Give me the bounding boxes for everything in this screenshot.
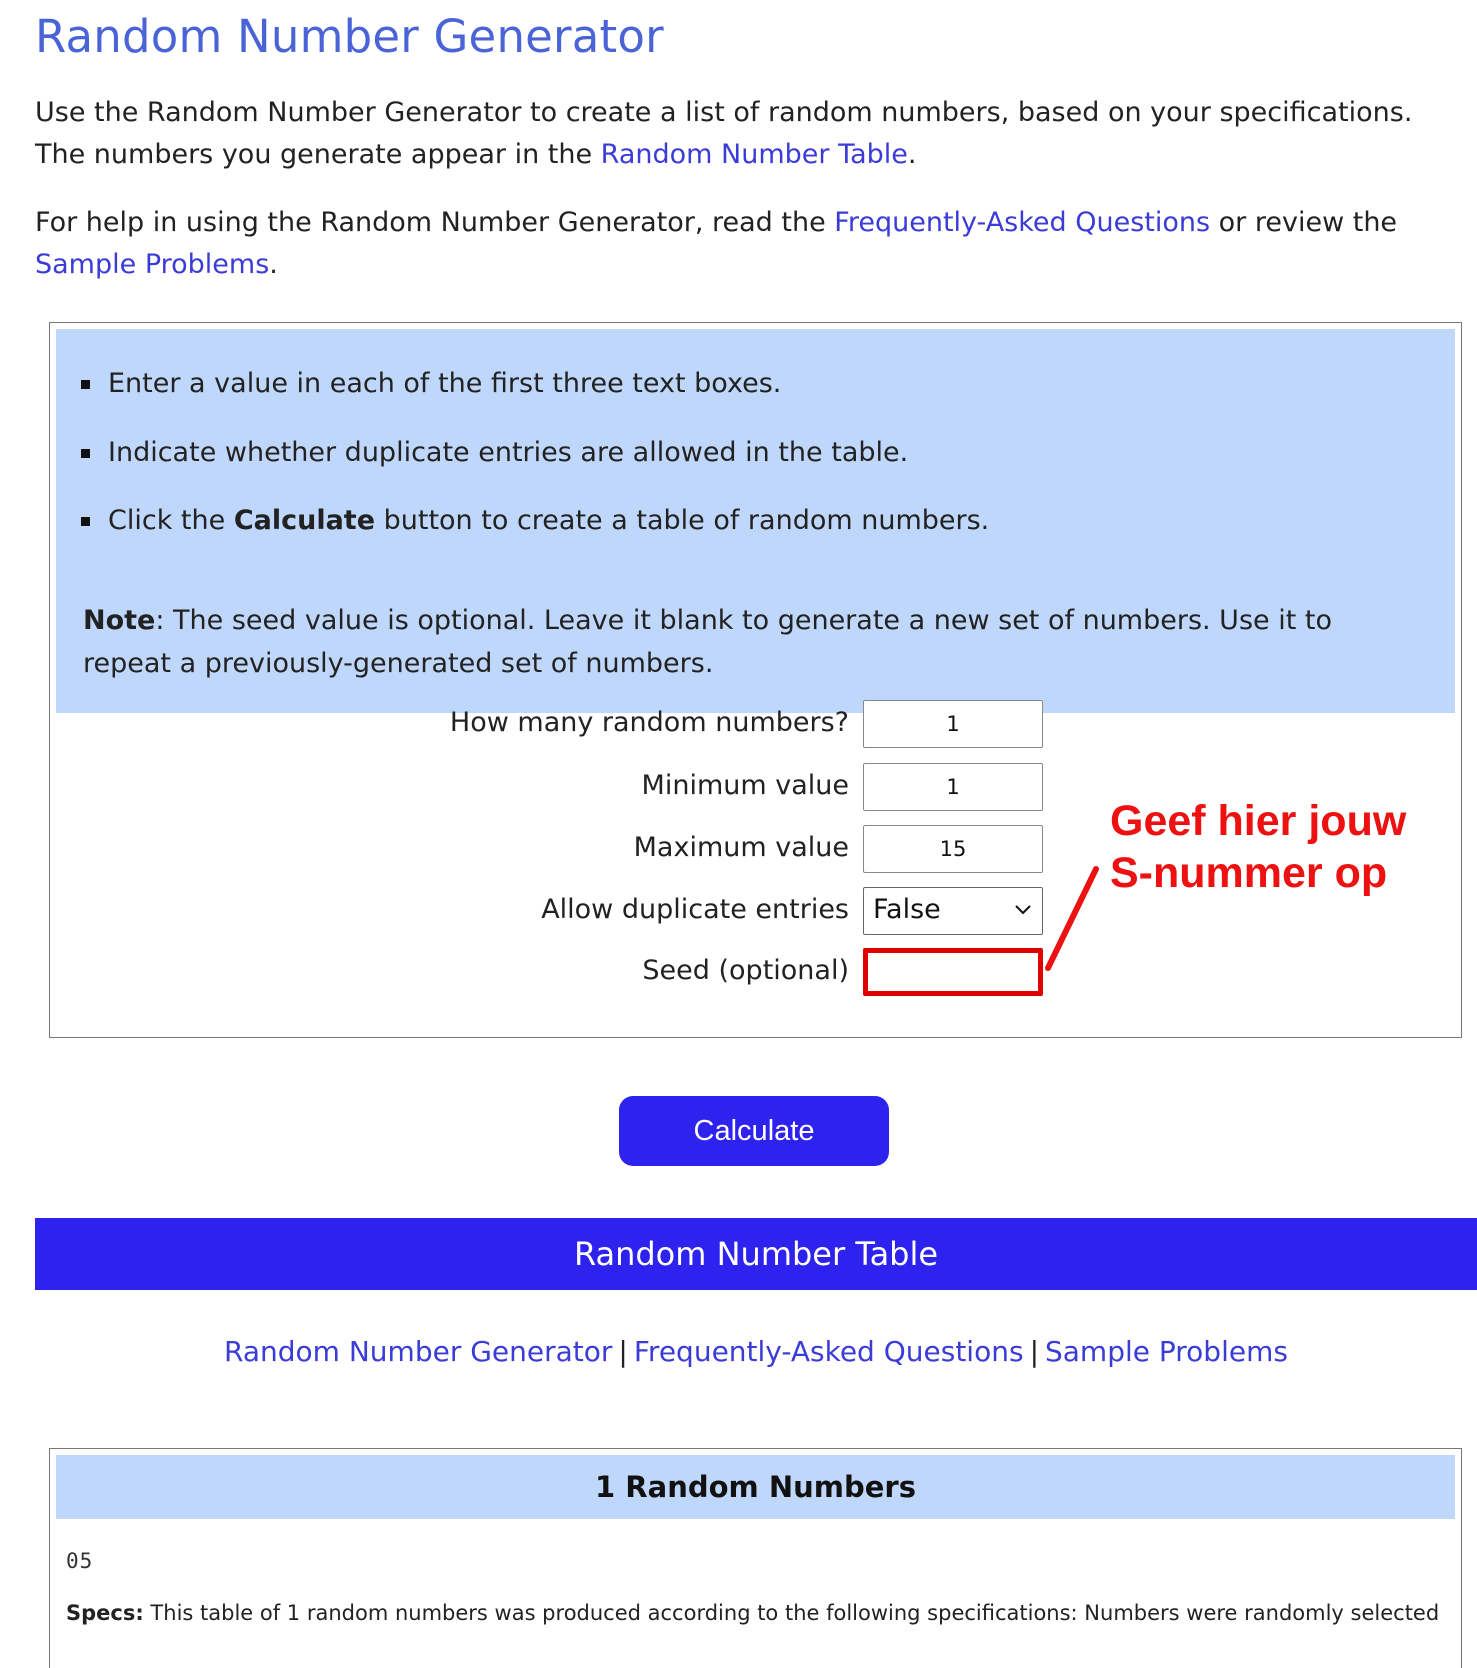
intro-text-end: . xyxy=(907,139,917,170)
result-header: 1 Random Numbers xyxy=(56,1455,1455,1519)
specs-description: This table of 1 random numbers was produ… xyxy=(143,1601,1446,1625)
result-box: 1 Random Numbers 05 Specs: This table of… xyxy=(49,1448,1462,1668)
specs-label: Specs: xyxy=(66,1601,144,1625)
footer-link-faq[interactable]: Frequently-Asked Questions xyxy=(634,1335,1024,1368)
result-numbers: 05 xyxy=(66,1549,94,1573)
duplicates-value: False xyxy=(873,894,941,925)
count-label: How many random numbers? xyxy=(449,707,849,738)
specs-text: Specs: This table of 1 random numbers wa… xyxy=(66,1601,1446,1625)
intro-paragraph: Use the Random Number Generator to creat… xyxy=(35,92,1435,176)
help-paragraph: For help in using the Random Number Gene… xyxy=(35,202,1435,286)
instruction-text-end: button to create a table of random numbe… xyxy=(375,505,990,536)
calculate-button[interactable]: Calculate xyxy=(619,1096,889,1166)
duplicates-select[interactable]: False xyxy=(863,887,1043,935)
max-label: Maximum value xyxy=(633,832,849,863)
bullet-icon xyxy=(81,517,90,526)
sample-problems-link[interactable]: Sample Problems xyxy=(35,249,269,280)
annotation-line-2: S-nummer op xyxy=(1110,849,1388,897)
annotation-pointer-line xyxy=(1045,866,1099,971)
faq-link[interactable]: Frequently-Asked Questions xyxy=(834,207,1210,238)
footer-nav: Random Number Generator | Frequently-Asked… xyxy=(0,1335,1477,1368)
annotation-text: Geef hier jouw S-nummer op xyxy=(1110,795,1406,899)
page-title: Random Number Generator xyxy=(35,10,664,63)
duplicates-label: Allow duplicate entries xyxy=(541,894,849,925)
instruction-bold: Calculate xyxy=(233,505,376,536)
help-text-middle: or review the xyxy=(1210,207,1398,238)
instruction-text: Indicate whether duplicate entries are a… xyxy=(108,437,909,468)
instruction-text: Click the xyxy=(108,505,234,536)
footer-link-generator[interactable]: Random Number Generator xyxy=(224,1335,612,1368)
max-input[interactable] xyxy=(863,825,1043,873)
footer-separator: | xyxy=(618,1335,628,1368)
seed-note: Note: The seed value is optional. Leave … xyxy=(83,599,1403,685)
random-number-table-bar: Random Number Table xyxy=(35,1218,1477,1290)
seed-label: Seed (optional) xyxy=(642,955,849,986)
seed-row: Seed (optional) xyxy=(50,948,1461,996)
help-text: For help in using the Random Number Gene… xyxy=(35,207,835,238)
calculator-box: Enter a value in each of the first three… xyxy=(49,322,1462,1038)
help-text-end: . xyxy=(269,249,278,280)
instruction-item: Indicate whether duplicate entries are a… xyxy=(81,436,909,470)
chevron-down-icon xyxy=(1015,905,1031,915)
instructions-panel: Enter a value in each of the first three… xyxy=(56,329,1455,713)
annotation-line-1: Geef hier jouw xyxy=(1110,797,1407,845)
min-input[interactable] xyxy=(863,763,1043,811)
bullet-icon xyxy=(81,449,90,458)
seed-input[interactable] xyxy=(863,948,1043,996)
instruction-text: Enter a value in each of the first three… xyxy=(108,368,782,399)
footer-separator: | xyxy=(1029,1335,1039,1368)
count-row: How many random numbers? xyxy=(50,700,1461,748)
note-label: Note xyxy=(83,605,156,636)
count-input[interactable] xyxy=(863,700,1043,748)
random-number-table-link[interactable]: Random Number Table xyxy=(601,139,908,170)
instruction-item: Enter a value in each of the first three… xyxy=(81,367,782,401)
min-label: Minimum value xyxy=(641,770,849,801)
note-text: : The seed value is optional. Leave it b… xyxy=(83,605,1332,679)
instruction-item: Click the Calculate button to create a t… xyxy=(81,504,990,538)
bullet-icon xyxy=(81,380,90,389)
footer-link-sample-problems[interactable]: Sample Problems xyxy=(1045,1335,1288,1368)
